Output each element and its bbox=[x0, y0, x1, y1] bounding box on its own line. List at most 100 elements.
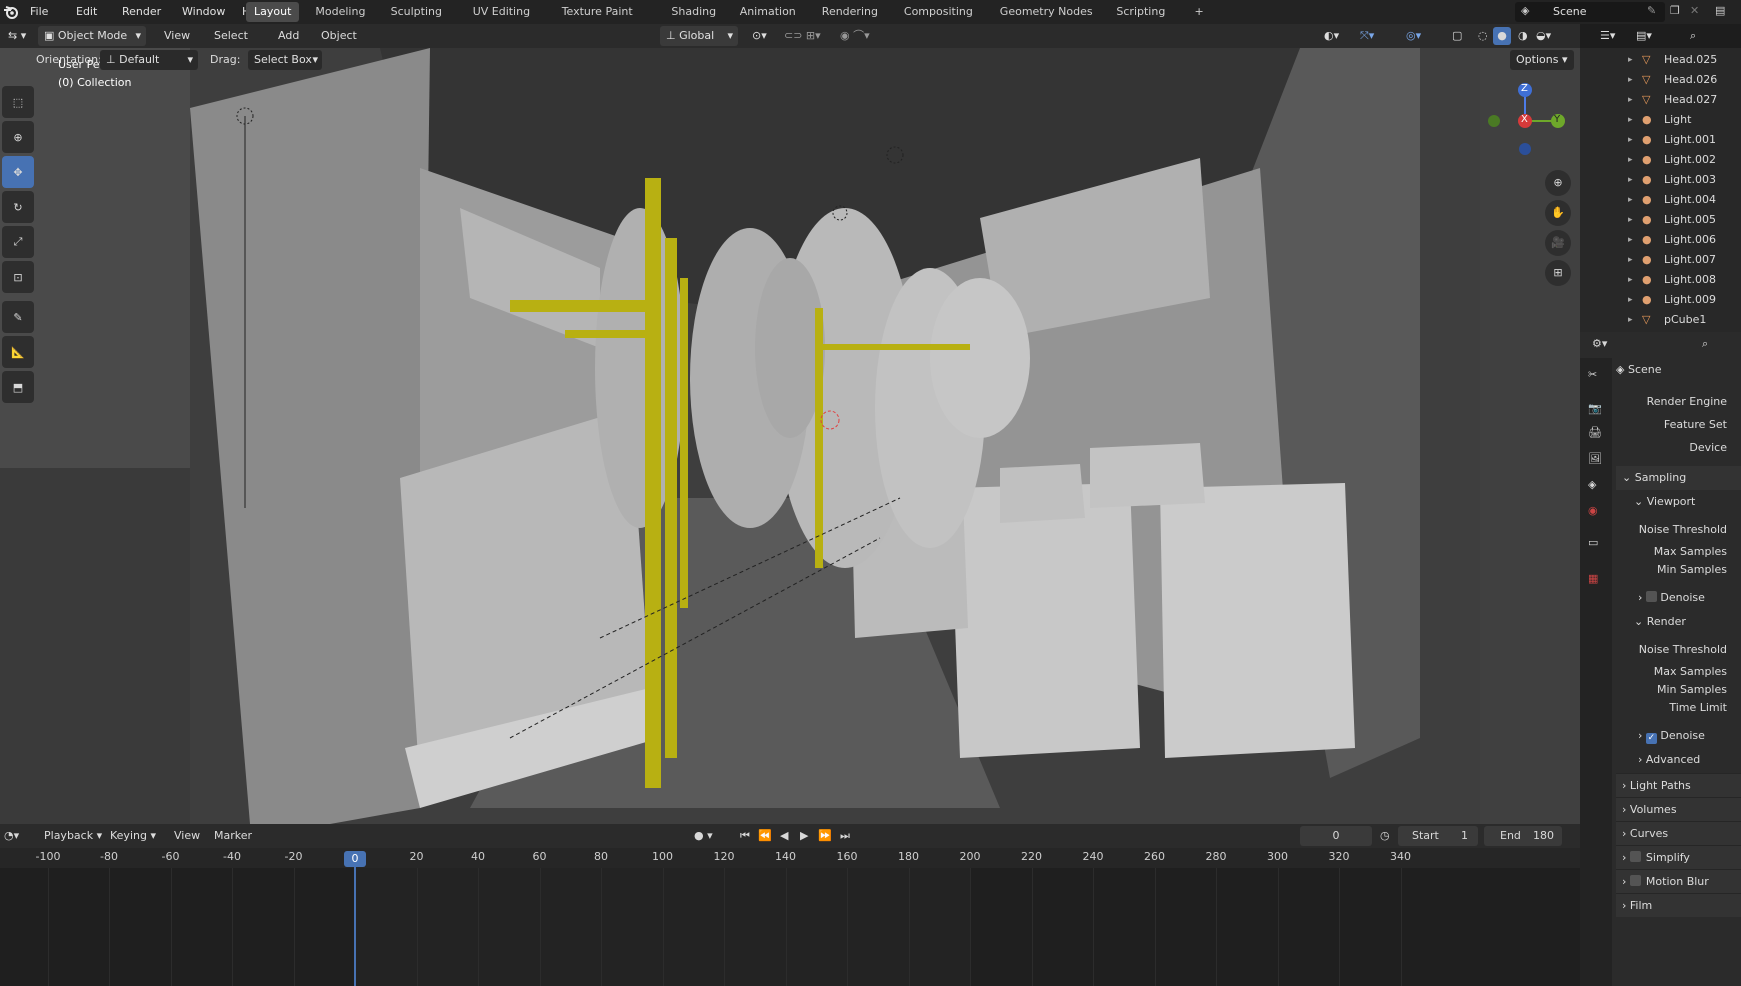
workspace-tab-shading[interactable]: Shading bbox=[663, 2, 724, 22]
outliner[interactable]: ▸ ▽ Head.025 ▸ ▽ Head.026 ▸ ▽ Head.027 ▸ ● Light ▸ ● L… bbox=[1580, 48, 1741, 332]
time-limit-row[interactable]: Time Limit bbox=[1616, 696, 1741, 720]
workspace-tab-scripting[interactable]: Scripting bbox=[1108, 2, 1173, 22]
panel-volumes[interactable]: › Volumes bbox=[1616, 797, 1741, 821]
preview-range-icon[interactable]: ◷ bbox=[1380, 829, 1390, 842]
expand-arrow-icon[interactable]: ▸ bbox=[1628, 70, 1633, 90]
texture-tab-icon[interactable]: ▦ bbox=[1588, 572, 1598, 585]
outliner-item[interactable]: ▸ ▽ Head.026 bbox=[1580, 70, 1741, 90]
measure-tool-icon[interactable]: 📐 bbox=[2, 336, 34, 368]
tool-tab-icon[interactable]: ✂ bbox=[1588, 368, 1597, 381]
marker-menu[interactable]: Marker bbox=[210, 826, 256, 846]
view-layer-icon[interactable]: ▤ bbox=[1715, 4, 1725, 17]
transform-orientation-dropdown[interactable]: ⊥ Global ▾ bbox=[660, 26, 738, 46]
gizmo-toggle-icon[interactable]: ⤧▾ bbox=[1356, 26, 1378, 46]
expand-arrow-icon[interactable]: ▸ bbox=[1628, 310, 1633, 330]
search-icon[interactable]: ⌕ bbox=[1702, 337, 1708, 351]
playback-menu[interactable]: Playback ▾ bbox=[40, 826, 106, 846]
transform-tool-icon[interactable]: ⊡ bbox=[2, 261, 34, 293]
outliner-editor-icon[interactable]: ☰▾ bbox=[1596, 26, 1619, 46]
editor-type-icon[interactable]: ⇆ ▾ bbox=[4, 26, 30, 46]
outliner-item[interactable]: ▸ ● Light.003 bbox=[1580, 170, 1741, 190]
viewport-menu-object[interactable]: Object bbox=[317, 26, 361, 46]
view-menu[interactable]: View bbox=[170, 826, 204, 846]
sampling-panel-header[interactable]: ⌄ Sampling bbox=[1616, 466, 1741, 490]
menu-window[interactable]: Window bbox=[176, 0, 231, 24]
outliner-item[interactable]: ▸ ● Light.005 bbox=[1580, 210, 1741, 230]
menu-render[interactable]: Render bbox=[116, 0, 167, 24]
proportional-edit-icon[interactable]: ◉ ⌒▾ bbox=[836, 26, 874, 46]
render-noise-threshold-row[interactable]: Noise Threshold bbox=[1616, 638, 1741, 662]
workspace-tab-sculpting[interactable]: Sculpting bbox=[383, 2, 450, 22]
viewport-subpanel-header[interactable]: ⌄ Viewport bbox=[1616, 490, 1741, 514]
panel-curves[interactable]: › Curves bbox=[1616, 821, 1741, 845]
shading-rendered-icon[interactable]: ◒▾ bbox=[1532, 26, 1555, 46]
auto-keying-icon[interactable]: ● ▾ bbox=[694, 829, 713, 842]
search-icon[interactable]: ⌕ bbox=[1686, 26, 1700, 46]
expand-arrow-icon[interactable]: ▸ bbox=[1628, 190, 1633, 210]
viewport-menu-select[interactable]: Select bbox=[210, 26, 252, 46]
timeline-editor-icon[interactable]: ◔▾ bbox=[4, 829, 19, 842]
viewport-denoise-row[interactable]: › Denoise bbox=[1616, 586, 1741, 610]
visibility-icon[interactable]: ◐▾ bbox=[1320, 26, 1343, 46]
overlay-toggle-icon[interactable]: ◎▾ bbox=[1402, 26, 1425, 46]
outliner-item[interactable]: ▸ ▽ pCube1 bbox=[1580, 310, 1741, 330]
current-frame-field[interactable]: 0 bbox=[1300, 826, 1372, 846]
outliner-item[interactable]: ▸ ● Light.009 bbox=[1580, 290, 1741, 310]
advanced-subpanel-header[interactable]: › Advanced bbox=[1616, 748, 1741, 772]
scene-selector[interactable]: ◈ Scene ✎ bbox=[1515, 2, 1665, 22]
panel-enable-checkbox[interactable] bbox=[1629, 875, 1641, 886]
pan-hand-icon[interactable]: ✋ bbox=[1545, 200, 1571, 226]
expand-arrow-icon[interactable]: ▸ bbox=[1628, 250, 1633, 270]
jump-keyframe-back-icon[interactable]: ⏪ bbox=[758, 829, 772, 842]
expand-arrow-icon[interactable]: ▸ bbox=[1628, 50, 1633, 70]
workspace-tab-compositing[interactable]: Compositing bbox=[896, 2, 981, 22]
snap-icon[interactable]: ⊂⊃ ⊞▾ bbox=[780, 26, 825, 46]
xray-icon[interactable]: ▢ bbox=[1448, 26, 1466, 46]
3d-viewport[interactable]: User Perspective (0) Collection ⬚ ⊕ ✥ ↻ … bbox=[0, 48, 1580, 824]
blender-logo-icon[interactable] bbox=[3, 4, 19, 20]
expand-arrow-icon[interactable]: ▸ bbox=[1628, 290, 1633, 310]
workspace-tab-texture-paint[interactable]: Texture Paint bbox=[554, 2, 641, 22]
navigation-gizmo[interactable]: Z X Y bbox=[1480, 76, 1570, 166]
viewport-menu-add[interactable]: Add bbox=[274, 26, 303, 46]
expand-arrow-icon[interactable]: ▸ bbox=[1628, 150, 1633, 170]
feature-set-row[interactable]: Feature Set bbox=[1616, 413, 1741, 437]
menu-edit[interactable]: Edit bbox=[70, 0, 103, 24]
pin-icon[interactable]: ✎ bbox=[1647, 4, 1656, 17]
playhead-line[interactable] bbox=[354, 864, 356, 986]
panel-motion-blur[interactable]: › Motion Blur bbox=[1616, 869, 1741, 893]
pivot-icon[interactable]: ⊙▾ bbox=[748, 26, 771, 46]
panel-film[interactable]: › Film bbox=[1616, 893, 1741, 917]
camera-view-icon[interactable]: 🎥 bbox=[1545, 230, 1571, 256]
display-mode-icon[interactable]: ▤▾ bbox=[1632, 26, 1656, 46]
rotate-tool-icon[interactable]: ↻ bbox=[2, 191, 34, 223]
expand-arrow-icon[interactable]: ▸ bbox=[1628, 90, 1633, 110]
expand-arrow-icon[interactable]: ▸ bbox=[1628, 110, 1633, 130]
shading-material-icon[interactable]: ◑ bbox=[1514, 26, 1532, 46]
view-layer-tab-icon[interactable]: 🖼 bbox=[1588, 452, 1602, 465]
outliner-item[interactable]: ▸ ● Light bbox=[1580, 110, 1741, 130]
viewport-noise-threshold-row[interactable]: Noise Threshold bbox=[1616, 518, 1741, 542]
jump-start-icon[interactable]: ⏮ bbox=[740, 829, 750, 843]
shading-solid-icon[interactable]: ● bbox=[1493, 27, 1511, 45]
render-denoise-row[interactable]: › ✓ Denoise bbox=[1616, 724, 1741, 748]
add-cube-tool-icon[interactable]: ⬒ bbox=[2, 371, 34, 403]
delete-scene-icon[interactable]: ✕ bbox=[1690, 4, 1699, 17]
panel-light-paths[interactable]: › Light Paths bbox=[1616, 773, 1741, 797]
workspace-tab-geometry-nodes[interactable]: Geometry Nodes bbox=[992, 2, 1101, 22]
device-row[interactable]: Device bbox=[1616, 436, 1741, 460]
play-reverse-icon[interactable]: ◀ bbox=[780, 829, 788, 842]
outliner-item[interactable]: ▸ ● Light.001 bbox=[1580, 130, 1741, 150]
expand-arrow-icon[interactable]: ▸ bbox=[1628, 210, 1633, 230]
annotate-tool-icon[interactable]: ✎ bbox=[2, 301, 34, 333]
add-workspace-button[interactable]: + bbox=[1187, 2, 1212, 22]
workspace-tab-animation[interactable]: Animation bbox=[732, 2, 804, 22]
world-tab-icon[interactable]: ◉ bbox=[1588, 504, 1598, 517]
cursor-tool-icon[interactable]: ⊕ bbox=[2, 121, 34, 153]
start-frame-field[interactable]: Start 1 bbox=[1398, 826, 1478, 846]
menu-file[interactable]: File bbox=[24, 0, 54, 24]
drag-dropdown[interactable]: Select Box ▾ bbox=[248, 50, 322, 70]
play-icon[interactable]: ▶ bbox=[800, 829, 808, 842]
workspace-tab-layout[interactable]: Layout bbox=[246, 2, 300, 22]
workspace-tab-uv-editing[interactable]: UV Editing bbox=[465, 2, 538, 22]
